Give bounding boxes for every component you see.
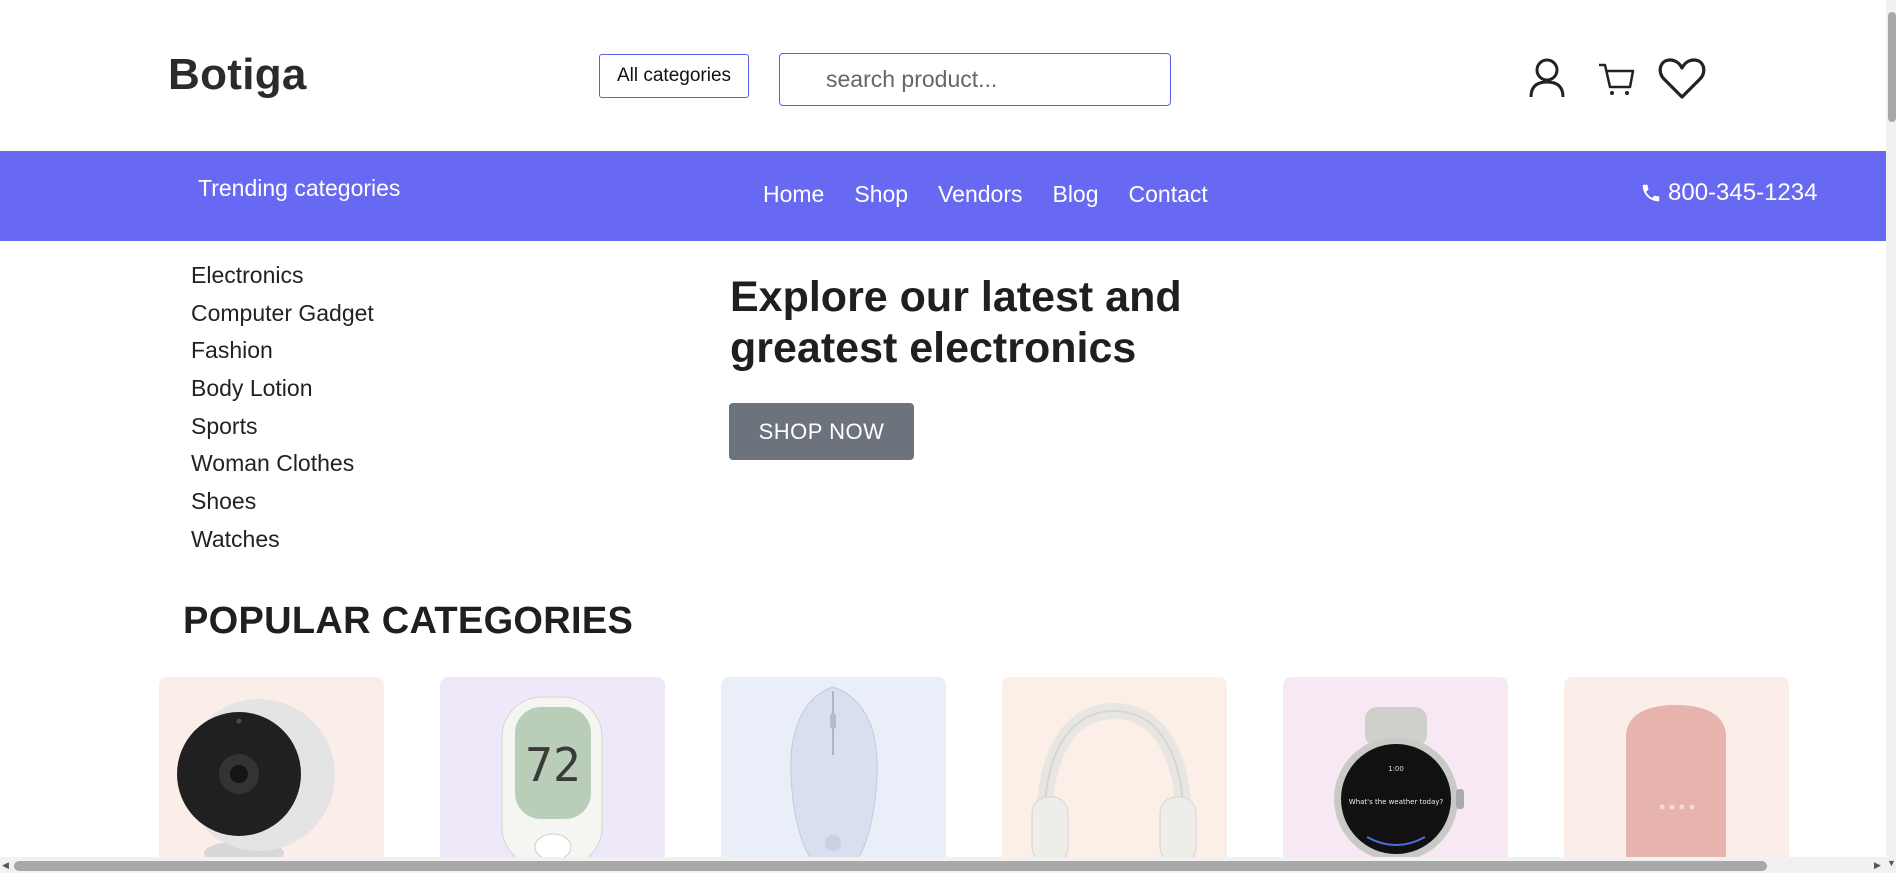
- nav-link-shop[interactable]: Shop: [854, 181, 908, 208]
- category-card-thermostat[interactable]: 72: [440, 677, 665, 857]
- cart-icon[interactable]: [1592, 54, 1640, 102]
- category-card-smartwatch[interactable]: 1:00 What's the weather today?: [1283, 677, 1508, 857]
- scroll-right-arrow-icon[interactable]: ▶: [1874, 860, 1881, 871]
- popular-categories-row: 72 1:00 What's the weather today?: [159, 677, 1789, 857]
- nav-link-blog[interactable]: Blog: [1052, 181, 1098, 208]
- nav-link-contact[interactable]: Contact: [1129, 181, 1208, 208]
- category-card-smart-speaker[interactable]: [1564, 677, 1789, 857]
- headphones-image: [1031, 702, 1197, 857]
- phone-contact[interactable]: 800-345-1234: [1640, 179, 1817, 207]
- category-item-electronics[interactable]: Electronics: [191, 260, 374, 298]
- heart-icon[interactable]: [1658, 54, 1706, 102]
- category-card-security-camera[interactable]: [159, 677, 384, 857]
- search-placeholder: search product...: [826, 66, 998, 92]
- category-list: Electronics Computer Gadget Fashion Body…: [191, 260, 374, 562]
- watch-time: 1:00: [1388, 765, 1404, 773]
- watch-message: What's the weather today?: [1349, 798, 1444, 806]
- thermostat-image: 72: [501, 696, 603, 857]
- search-input[interactable]: search product...: [779, 53, 1171, 106]
- shop-now-button[interactable]: SHOP NOW: [729, 403, 914, 460]
- phone-number: 800-345-1234: [1668, 179, 1818, 206]
- vertical-scrollbar[interactable]: [1886, 0, 1896, 873]
- security-camera-image: [177, 699, 335, 857]
- horizontal-scrollbar-thumb[interactable]: [14, 861, 1767, 871]
- scroll-down-arrow-icon[interactable]: ▼: [1887, 858, 1896, 868]
- nav-link-home[interactable]: Home: [763, 181, 824, 208]
- thermostat-display: 72: [525, 738, 580, 792]
- category-item-shoes[interactable]: Shoes: [191, 486, 374, 524]
- category-item-computer-gadget[interactable]: Computer Gadget: [191, 298, 374, 336]
- popular-categories-heading: POPULAR CATEGORIES: [183, 600, 634, 642]
- category-card-headphones[interactable]: [1002, 677, 1227, 857]
- site-logo[interactable]: Botiga: [168, 50, 307, 100]
- smart-speaker-image: [1626, 705, 1726, 857]
- phone-icon: [1642, 184, 1660, 202]
- main-navbar: Trending categories Home Shop Vendors Bl…: [0, 151, 1886, 241]
- user-icon[interactable]: [1523, 54, 1571, 102]
- category-item-woman-clothes[interactable]: Woman Clothes: [191, 448, 374, 486]
- gaming-mouse-image: [790, 686, 878, 857]
- smartwatch-image: 1:00 What's the weather today?: [1334, 707, 1464, 857]
- category-select[interactable]: All categories: [599, 54, 749, 98]
- category-item-sports[interactable]: Sports: [191, 411, 374, 449]
- trending-categories-toggle[interactable]: Trending categories: [198, 175, 400, 202]
- nav-link-vendors[interactable]: Vendors: [938, 181, 1022, 208]
- scroll-left-arrow-icon[interactable]: ◀: [2, 860, 9, 871]
- vertical-scrollbar-thumb[interactable]: [1888, 12, 1896, 122]
- category-item-fashion[interactable]: Fashion: [191, 335, 374, 373]
- nav-links: Home Shop Vendors Blog Contact: [763, 181, 1208, 208]
- site-header: Botiga All categories search product...: [0, 0, 1886, 151]
- category-item-body-lotion[interactable]: Body Lotion: [191, 373, 374, 411]
- category-card-gaming-mouse[interactable]: [721, 677, 946, 857]
- hero-title: Explore our latest and greatest electron…: [730, 273, 1182, 372]
- category-item-watches[interactable]: Watches: [191, 524, 374, 562]
